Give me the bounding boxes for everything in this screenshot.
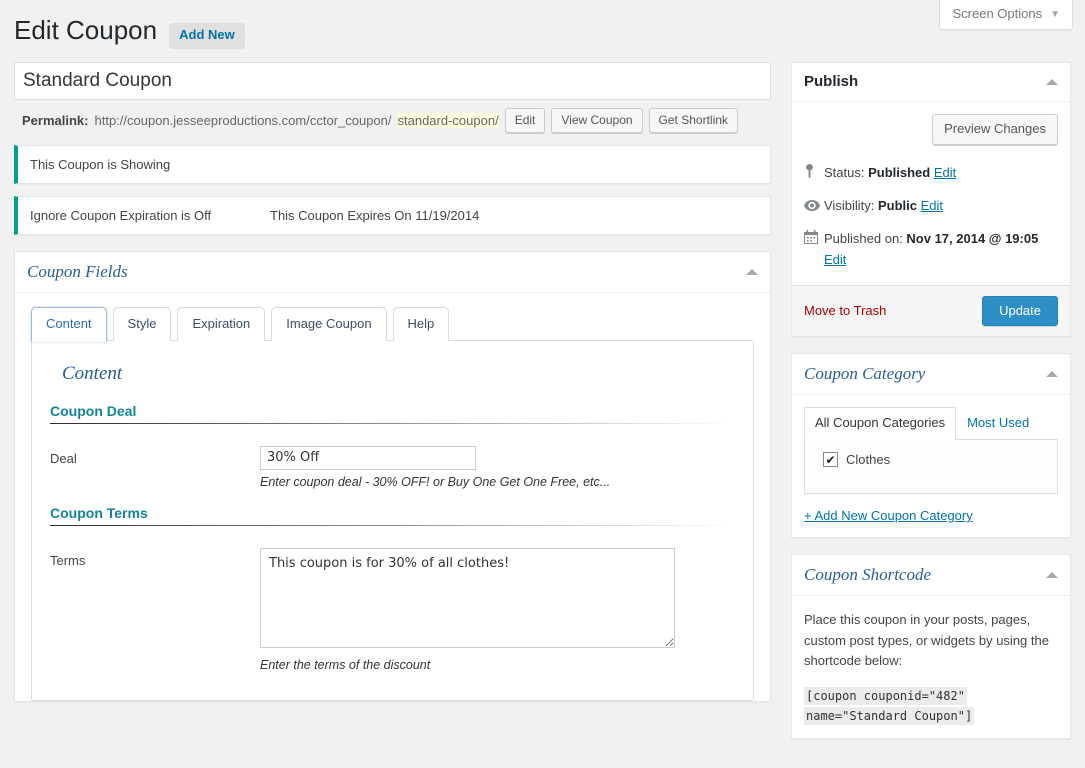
shortcode-line-1: [coupon couponid="482" <box>804 687 967 705</box>
pin-icon <box>804 163 824 184</box>
visibility-row: Visibility: Public Edit <box>804 190 1058 223</box>
coupon-category-tablist: All Coupon Categories Most Used <box>804 407 1058 440</box>
publish-panel: Publish Preview Changes Status: Publishe… <box>791 62 1071 337</box>
status-value: Published <box>868 165 930 180</box>
permalink-slug: standard-coupon/ <box>398 113 499 128</box>
coupon-category-body: All Coupon Categories Most Used ✔ Clothe… <box>792 395 1070 537</box>
deal-field-label: Deal <box>50 446 260 466</box>
permalink-label: Permalink: <box>22 113 88 128</box>
permalink-row: Permalink: http://coupon.jesseeproductio… <box>14 107 771 133</box>
coupon-fields-header[interactable]: Coupon Fields <box>15 252 770 293</box>
status-row: Status: Published Edit <box>804 157 1058 190</box>
publish-title: Publish <box>804 73 858 91</box>
coupon-fields-body: Content Style Expiration Image Coupon He… <box>15 293 770 701</box>
notice-primary-text: This Coupon is Showing <box>30 157 270 172</box>
collapse-toggle-icon[interactable] <box>1046 572 1058 578</box>
shortcode-line-2: name="Standard Coupon"] <box>804 707 974 725</box>
category-checkbox[interactable]: ✔ <box>823 452 838 467</box>
page-title: Edit Coupon <box>14 14 157 48</box>
section-title-coupon-terms: Coupon Terms <box>50 505 735 521</box>
deal-input[interactable] <box>260 446 476 470</box>
coupon-shortcode-title: Coupon Shortcode <box>804 565 931 585</box>
coupon-fields-tablist: Content Style Expiration Image Coupon He… <box>31 307 754 341</box>
chevron-down-icon: ▼ <box>1050 9 1060 21</box>
content-heading: Content <box>62 363 735 385</box>
coupon-shortcode-body: Place this coupon in your posts, pages, … <box>792 596 1070 738</box>
add-new-coupon-category-link[interactable]: + Add New Coupon Category <box>804 508 973 523</box>
preview-row: Preview Changes <box>804 112 1058 157</box>
update-button[interactable]: Update <box>982 296 1058 326</box>
tab-expiration[interactable]: Expiration <box>177 307 265 341</box>
screen-options-toggle[interactable]: Screen Options ▼ <box>939 0 1073 30</box>
terms-textarea[interactable] <box>260 548 675 648</box>
tab-panel-content: Content Coupon Deal Deal Enter coupon de… <box>31 340 754 701</box>
published-on-row: Published on: Nov 17, 2014 @ 19:05 Edit <box>804 223 1058 277</box>
tab-all-coupon-categories[interactable]: All Coupon Categories <box>804 407 956 440</box>
view-coupon-button[interactable]: View Coupon <box>551 108 642 133</box>
collapse-toggle-icon[interactable] <box>746 269 758 275</box>
tab-content[interactable]: Content <box>31 307 107 342</box>
terms-field-label: Terms <box>50 548 260 568</box>
permalink-url: http://coupon.jesseeproductions.com/ccto… <box>94 113 391 128</box>
shortcode-snippet[interactable]: [coupon couponid="482" name="Standard Co… <box>804 687 1058 727</box>
tab-most-used[interactable]: Most Used <box>956 407 1040 439</box>
main-column: Permalink: http://coupon.jesseeproductio… <box>14 62 771 702</box>
terms-field-control: Enter the terms of the discount <box>260 548 735 672</box>
category-item-clothes[interactable]: ✔ Clothes <box>815 452 1047 467</box>
deal-field-control: Enter coupon deal - 30% OFF! or Buy One … <box>260 446 735 489</box>
coupon-category-list: ✔ Clothes <box>804 440 1058 494</box>
coupon-category-header[interactable]: Coupon Category <box>792 354 1070 395</box>
coupon-shortcode-header[interactable]: Coupon Shortcode <box>792 555 1070 596</box>
tab-help[interactable]: Help <box>393 307 450 341</box>
add-new-button[interactable]: Add New <box>169 23 245 49</box>
notice-primary-text: Ignore Coupon Expiration is Off <box>30 208 270 223</box>
publish-body: Preview Changes Status: Published Edit <box>792 102 1070 277</box>
eye-icon <box>804 196 824 217</box>
preview-changes-button[interactable]: Preview Changes <box>932 114 1058 145</box>
visibility-value: Public <box>878 198 917 213</box>
coupon-category-title: Coupon Category <box>804 364 925 384</box>
terms-hint: Enter the terms of the discount <box>260 658 735 672</box>
page-header: Edit Coupon Add New <box>14 14 245 49</box>
notice-secondary-text: This Coupon Expires On 11/19/2014 <box>270 208 479 223</box>
coupon-fields-panel: Coupon Fields Content Style Expiration I… <box>14 251 771 702</box>
published-value: Nov 17, 2014 @ 19:05 <box>906 231 1038 246</box>
tab-image-coupon[interactable]: Image Coupon <box>271 307 386 341</box>
status-edit-link[interactable]: Edit <box>934 165 956 180</box>
status-text: Status: Published Edit <box>824 163 956 184</box>
visibility-text: Visibility: Public Edit <box>824 196 943 217</box>
side-column: Publish Preview Changes Status: Publishe… <box>791 62 1071 739</box>
notice-coupon-expiration: Ignore Coupon Expiration is Off This Cou… <box>14 196 771 235</box>
category-label: Clothes <box>846 452 890 467</box>
collapse-toggle-icon[interactable] <box>1046 371 1058 377</box>
deal-hint: Enter coupon deal - 30% OFF! or Buy One … <box>260 475 735 489</box>
permalink-edit-button[interactable]: Edit <box>505 108 546 133</box>
visibility-edit-link[interactable]: Edit <box>921 198 943 213</box>
published-edit-link[interactable]: Edit <box>824 252 846 267</box>
published-label: Published on: <box>824 231 903 246</box>
field-row-deal: Deal Enter coupon deal - 30% OFF! or Buy… <box>50 446 735 489</box>
section-title-coupon-deal: Coupon Deal <box>50 403 735 419</box>
status-label: Status: <box>824 165 864 180</box>
notice-coupon-showing: This Coupon is Showing <box>14 145 771 184</box>
published-on-text: Published on: Nov 17, 2014 @ 19:05 Edit <box>824 229 1058 271</box>
section-divider <box>50 423 735 424</box>
collapse-toggle-icon[interactable] <box>1046 79 1058 85</box>
coupon-fields-title: Coupon Fields <box>27 262 128 282</box>
coupon-shortcode-panel: Coupon Shortcode Place this coupon in yo… <box>791 554 1071 739</box>
field-row-terms: Terms Enter the terms of the discount <box>50 548 735 672</box>
publish-actions: Move to Trash Update <box>792 285 1070 336</box>
post-title-input[interactable] <box>14 62 771 100</box>
publish-header[interactable]: Publish <box>792 63 1070 102</box>
shortcode-description: Place this coupon in your posts, pages, … <box>804 610 1058 670</box>
coupon-category-panel: Coupon Category All Coupon Categories Mo… <box>791 353 1071 538</box>
get-shortlink-button[interactable]: Get Shortlink <box>649 108 738 133</box>
screen-options-label: Screen Options <box>952 6 1042 21</box>
section-divider <box>50 525 735 526</box>
visibility-label: Visibility: <box>824 198 874 213</box>
calendar-icon <box>804 229 824 250</box>
move-to-trash-link[interactable]: Move to Trash <box>804 303 886 318</box>
tab-style[interactable]: Style <box>113 307 172 341</box>
